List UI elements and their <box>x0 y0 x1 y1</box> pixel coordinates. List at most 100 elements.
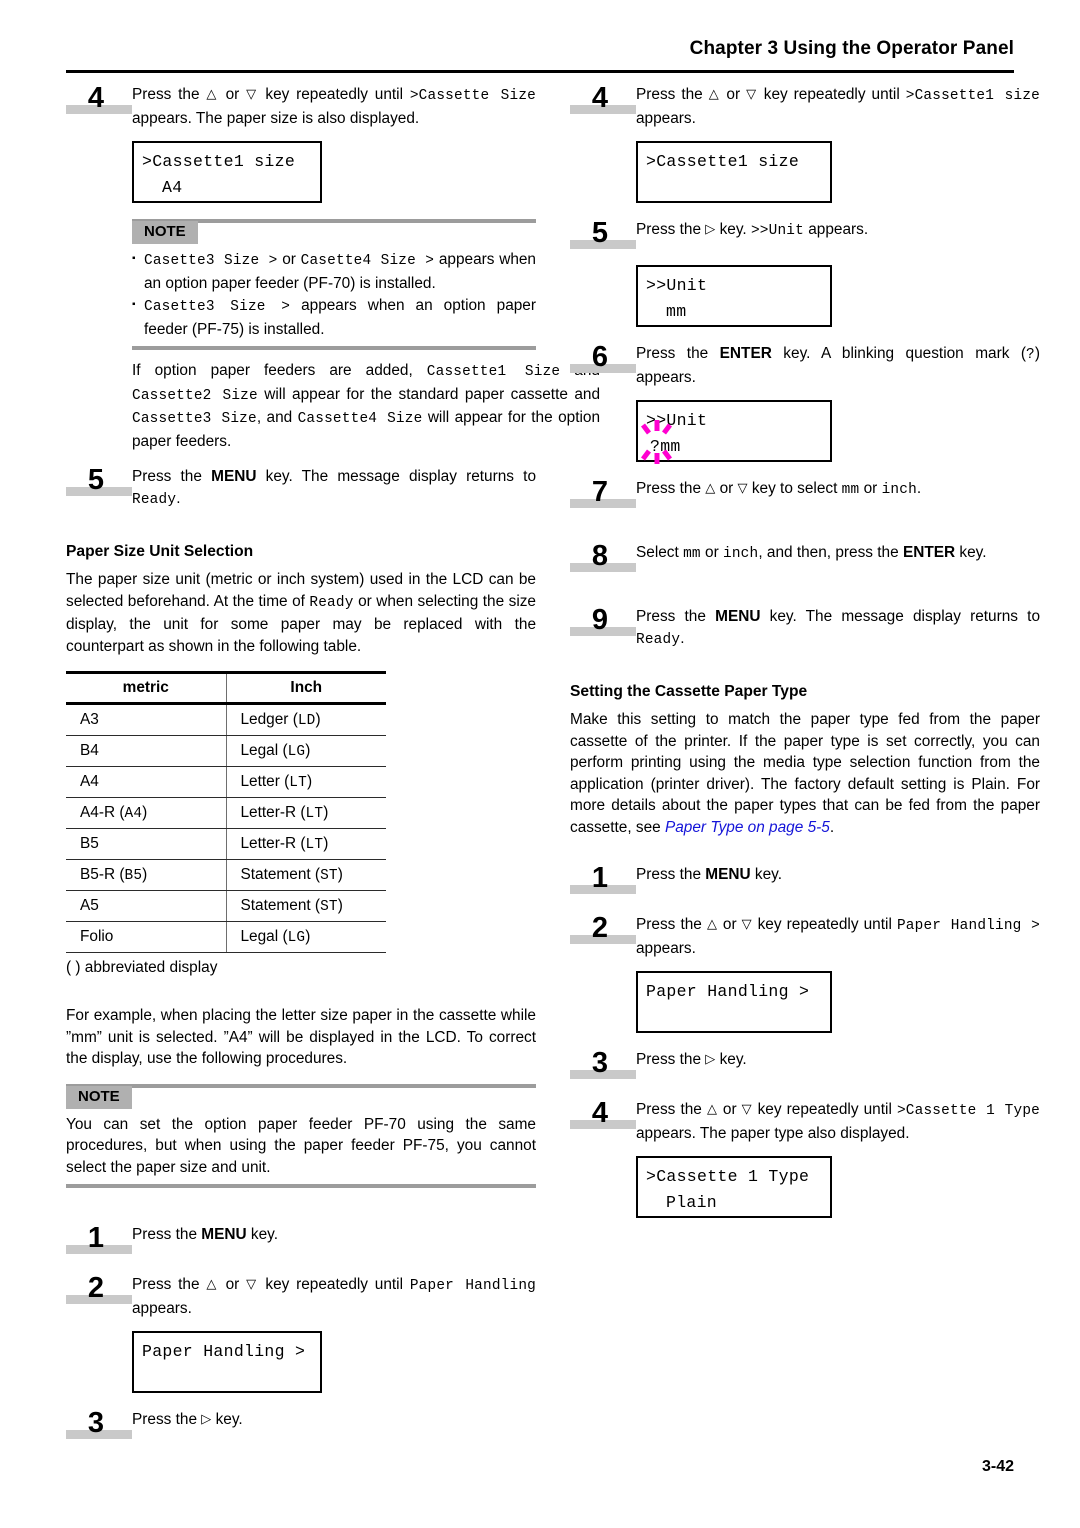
blinking-question-mark: ? <box>641 420 672 464</box>
step-text: Press the △ or ▽ key repeatedly until Pa… <box>132 1274 536 1319</box>
up-arrow-key-icon: △ <box>708 87 721 102</box>
step-number: 5 <box>591 217 609 249</box>
step-text-a: Press the <box>636 608 716 625</box>
paragraph-cassette-paper-type: Make this setting to match the paper typ… <box>570 709 1040 838</box>
step-number: 7 <box>591 476 609 508</box>
manual-page: Chapter 3 Using the Operator Panel 4 Pre… <box>0 0 1080 1528</box>
lcd-message-inline: Paper Handling > <box>896 918 1040 934</box>
up-arrow-key-icon: △ <box>206 87 219 102</box>
lcd-display-unit-blinking: >>Unit ?mm <box>636 400 832 464</box>
step-2-left: 2 Press the △ or ▽ key repeatedly until … <box>66 1274 536 1319</box>
step-4-left: 4 Press the △ or ▽ key repeatedly until … <box>66 84 536 129</box>
cross-reference-link[interactable]: Paper Type on page 5-5 <box>665 819 830 836</box>
menu-key-label: MENU <box>211 468 257 485</box>
cell-metric: B5 <box>66 828 226 860</box>
step-text: Press the MENU key. The message display … <box>132 466 536 511</box>
step-text: Press the △ or ▽ key to select mm or inc… <box>636 478 1040 502</box>
cell-inch: Statement (ST) <box>225 890 386 922</box>
step-number: 3 <box>591 1047 609 1079</box>
step-text-d: appears. <box>636 939 696 957</box>
cell-metric: A4-R (A4) <box>66 797 226 829</box>
cell-metric: B5-R (B5) <box>66 859 226 891</box>
paragraph-example: For example, when placing the letter siz… <box>66 1007 536 1067</box>
step-text-b: key. <box>246 1226 278 1243</box>
note-mono-2: Casette4 Size > <box>300 253 435 269</box>
step-1-right: 1 Press the MENU key. <box>570 864 1040 898</box>
metric-abbreviation: A4 <box>124 806 143 822</box>
page-header-title: Chapter 3 Using the Operator Panel <box>689 38 1014 59</box>
up-arrow-key-icon: △ <box>706 917 718 932</box>
step-text: Press the MENU key. <box>636 864 1040 886</box>
step-text-c: key to select <box>747 480 842 497</box>
step-text-e: . <box>916 480 922 497</box>
note-top-rule <box>66 1083 536 1088</box>
step-text-b: or <box>717 916 742 933</box>
note-header: NOTE <box>66 1083 536 1109</box>
step-text-a: Press the <box>636 480 706 497</box>
step-7-right: 7 Press the △ or ▽ key to select mm or i… <box>570 478 1040 512</box>
step-text-d: key. <box>955 544 987 561</box>
step-text-c: . <box>176 489 181 507</box>
unit-conversion-table: metric Inch A3 Ledger (LD) B4 Legal (LG) A4 L… <box>66 671 386 953</box>
step-number: 5 <box>87 464 105 496</box>
table-body: A3 Ledger (LD) B4 Legal (LG) A4 Letter (LT) A4… <box>66 703 386 953</box>
cell-inch: Ledger (LD) <box>225 703 386 736</box>
note-bottom-rule <box>66 1184 536 1188</box>
lcd-line-1: Paper Handling > <box>646 982 810 1001</box>
table-row: B5 Letter-R (LT) <box>66 828 386 860</box>
step-text-b: key. The message display returns to <box>256 468 537 485</box>
up-arrow-key-icon: △ <box>206 1277 219 1292</box>
step-number-marker: 1 <box>66 1224 132 1254</box>
step-text-a: Press the <box>636 1101 707 1118</box>
right-arrow-key-icon: ▷ <box>705 1052 716 1067</box>
step-text: Press the MENU key. <box>132 1224 536 1246</box>
enter-key-label: ENTER <box>719 345 772 362</box>
step-text-b: or <box>218 1276 247 1293</box>
step-text-b: key. <box>715 1051 747 1068</box>
step-text-b: key. <box>211 1411 243 1428</box>
step-text-d: appears. <box>636 109 696 127</box>
step-text-b: or <box>700 544 723 561</box>
step-number-marker: 4 <box>570 1099 636 1129</box>
lcd-question-mark: ? <box>650 437 661 456</box>
table-caption: ( ) abbreviated display <box>66 959 218 976</box>
step-text: Press the ▷ key. <box>636 1049 1040 1071</box>
paragraph-unit-selection: The paper size unit (metric or inch syst… <box>66 569 536 657</box>
lcd-line-2: A4 <box>162 178 183 197</box>
step-text-d: appears. The paper type also displayed. <box>636 1124 910 1142</box>
step-text-c: . <box>680 629 685 647</box>
step-text-b: or <box>717 1101 742 1118</box>
unit-mm: mm <box>683 546 701 562</box>
step-text-a: Press the <box>132 1226 202 1243</box>
step-number-marker: 7 <box>570 478 636 508</box>
step-5-left: 5 Press the MENU key. The message displa… <box>66 466 536 511</box>
up-arrow-key-icon: △ <box>706 1102 718 1117</box>
paragraph-option-feeders: If option paper feeders are added, Casse… <box>132 360 600 452</box>
menu-key-label: MENU <box>705 866 751 883</box>
table-header-row: metric Inch <box>66 671 386 705</box>
lcd-line-1: Paper Handling > <box>142 1342 306 1361</box>
menu-key-label: MENU <box>201 1226 247 1243</box>
para-a: Make this setting to match the paper typ… <box>570 711 1040 836</box>
step-text-d: or <box>859 480 882 497</box>
cell-inch: Letter-R (LT) <box>225 797 386 829</box>
lcd-line-1: >Cassette1 size <box>646 152 800 171</box>
para-mono-1: Cassette1 Size <box>426 364 561 380</box>
step-text-b: or <box>715 480 738 497</box>
step-4-right: 4 Press the △ or ▽ key repeatedly until … <box>570 84 1040 129</box>
step-3-right: 3 Press the ▷ key. <box>570 1049 1040 1083</box>
cell-inch: Letter (LT) <box>225 766 386 798</box>
step-text: Press the ENTER key. A blinking question… <box>636 343 1040 388</box>
note-mono-3: Casette3 Size > <box>144 299 291 315</box>
lcd-line-1: >>Unit <box>646 276 708 295</box>
para-c: will appear for the standard paper casse… <box>257 385 600 403</box>
step-text-c: key repeatedly until <box>752 1101 897 1118</box>
inch-abbreviation: LG <box>287 744 306 760</box>
step-text-a: Press the <box>132 468 212 485</box>
step-text-b: or <box>720 86 747 103</box>
note-mono-1: Casette3 Size > <box>144 253 278 269</box>
unit-inch: inch <box>881 482 917 498</box>
note-content: Casette3 Size > or Casette4 Size > appea… <box>132 243 536 340</box>
para-a: If option paper feeders are added, <box>132 362 427 379</box>
